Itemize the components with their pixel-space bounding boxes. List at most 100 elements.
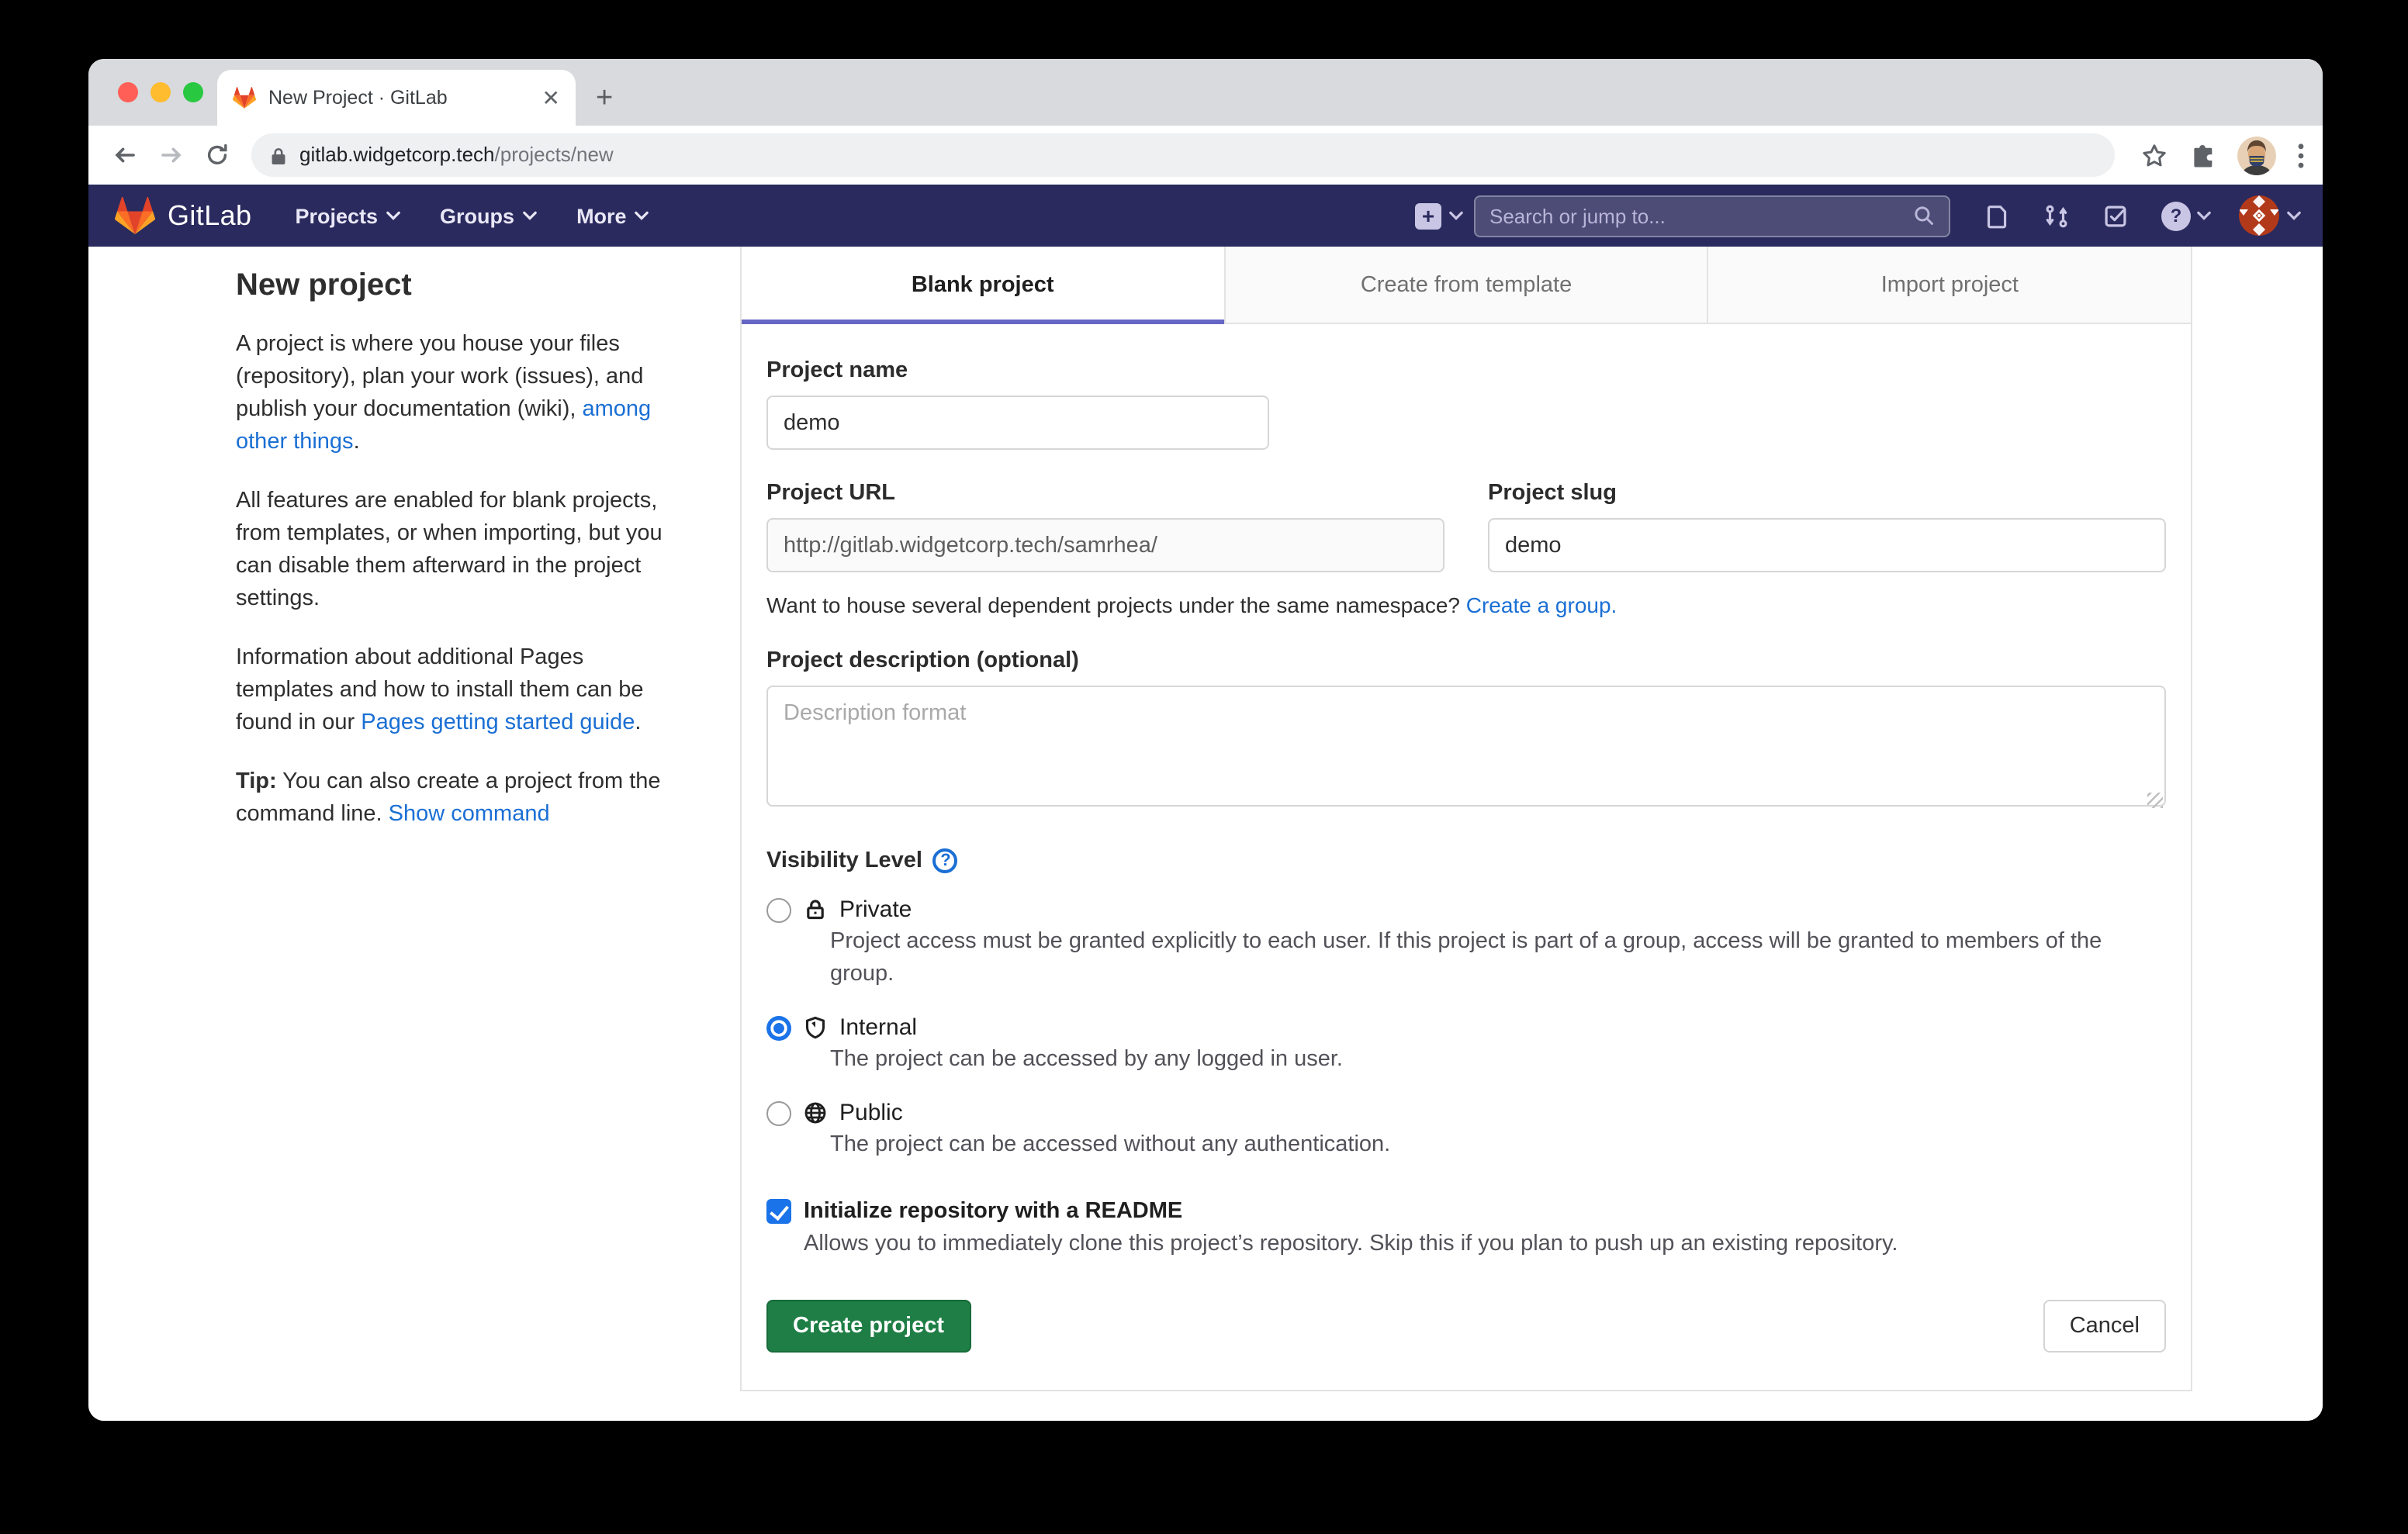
private-radio[interactable] (766, 897, 791, 922)
visibility-level-label: Visibility Level (766, 848, 922, 873)
nav-projects-menu[interactable]: Projects (295, 204, 400, 227)
tab-blank-project[interactable]: Blank project (742, 247, 1223, 324)
project-type-tabs: Blank project Create from template Impor… (742, 247, 2191, 324)
tab-import-project[interactable]: Import project (1707, 247, 2191, 324)
sidebar-paragraph: A project is where you house your files … (236, 329, 686, 459)
gitlab-wordmark[interactable]: GitLab (168, 199, 251, 232)
create-project-button[interactable]: Create project (766, 1300, 970, 1353)
form-actions: Create project Cancel (766, 1300, 2166, 1353)
blank-project-form: Project name Project URL Project slug Wa… (742, 324, 2191, 1390)
project-url-input[interactable] (766, 518, 1444, 572)
tab-create-from-template[interactable]: Create from template (1223, 247, 1707, 324)
browser-menu-icon[interactable] (2298, 142, 2304, 168)
refresh-icon[interactable] (199, 136, 234, 174)
tab-title: New Project · GitLab (268, 87, 530, 109)
issues-icon[interactable] (1984, 202, 2011, 229)
visibility-option-private: Private Project access must be granted e… (766, 897, 2166, 991)
namespace-helper: Want to house several dependent projects… (766, 593, 2166, 617)
resize-grip-icon[interactable] (2147, 793, 2163, 808)
private-label[interactable]: Private (839, 897, 912, 923)
help-menu[interactable]: ? (2161, 201, 2211, 230)
browser-toolbar: gitlab.widgetcorp.tech/projects/new (88, 126, 2323, 185)
extensions-puzzle-icon[interactable] (2189, 142, 2216, 168)
gitlab-logo-icon[interactable] (115, 197, 155, 234)
private-desc: Project access must be granted explicitl… (766, 926, 2166, 991)
description-wrap (766, 686, 2166, 814)
search-input[interactable] (1489, 204, 1913, 227)
globe-icon (804, 1101, 827, 1125)
close-window-button[interactable] (118, 82, 138, 102)
sidebar-p1-end: . (354, 430, 360, 454)
internal-radio[interactable] (766, 1015, 791, 1040)
user-avatar (2239, 195, 2279, 236)
cancel-button[interactable]: Cancel (2043, 1300, 2166, 1353)
nav-projects-label: Projects (295, 204, 378, 227)
internal-label[interactable]: Internal (839, 1014, 917, 1041)
browser-actions (2141, 136, 2304, 174)
visibility-option-internal: Internal The project can be accessed by … (766, 1014, 2166, 1076)
browser-tab[interactable]: New Project · GitLab ✕ (217, 70, 576, 126)
search-icon (1913, 205, 1935, 226)
nav-groups-menu[interactable]: Groups (440, 204, 536, 227)
readme-checkbox[interactable] (766, 1199, 791, 1224)
navbar-search[interactable] (1474, 195, 1950, 237)
url-domain: gitlab.widgetcorp.tech (299, 143, 495, 166)
project-name-input[interactable] (766, 396, 1269, 450)
namespace-helper-text: Want to house several dependent projects… (766, 593, 1466, 617)
project-name-label: Project name (766, 358, 2166, 383)
chevron-down-icon (2197, 211, 2211, 220)
chevron-down-icon (2287, 211, 2301, 220)
readme-row: Initialize repository with a README (766, 1199, 2166, 1224)
sidebar-paragraph: All features are enabled for blank proje… (236, 485, 686, 616)
internal-desc: The project can be accessed by any logge… (766, 1044, 2166, 1076)
browser-titlebar: New Project · GitLab ✕ + (88, 59, 2323, 126)
user-menu[interactable] (2239, 195, 2301, 236)
shield-icon (804, 1016, 827, 1039)
lock-icon (270, 145, 287, 165)
chevron-down-icon (635, 211, 649, 220)
chevron-down-icon (386, 211, 400, 220)
lock-icon (804, 898, 827, 921)
navbar-menu: Projects Groups More (295, 204, 648, 227)
project-slug-label: Project slug (1488, 481, 2166, 506)
chevron-down-icon[interactable] (1449, 211, 1463, 220)
traffic-lights (118, 82, 203, 102)
project-slug-input[interactable] (1488, 518, 2166, 572)
stage: New Project · GitLab ✕ + gitlab.widgetco… (0, 0, 2408, 1534)
new-tab-button[interactable]: + (596, 82, 613, 116)
back-icon[interactable] (107, 136, 142, 174)
create-a-group-link[interactable]: Create a group. (1466, 593, 1617, 617)
visibility-help-icon[interactable]: ? (933, 848, 958, 873)
public-radio[interactable] (766, 1100, 791, 1125)
project-url-label: Project URL (766, 481, 1444, 506)
help-icon: ? (2161, 201, 2191, 230)
public-desc: The project can be accessed without any … (766, 1129, 2166, 1162)
minimize-window-button[interactable] (150, 82, 171, 102)
url-slug-row: Project URL Project slug (766, 450, 2166, 572)
show-command-link[interactable]: Show command (389, 802, 550, 827)
visibility-level-row: Visibility Level ? (766, 848, 2166, 873)
readme-label[interactable]: Initialize repository with a README (804, 1199, 1182, 1224)
nav-more-menu[interactable]: More (576, 204, 649, 227)
address-bar[interactable]: gitlab.widgetcorp.tech/projects/new (251, 133, 2115, 177)
new-project-panel: Blank project Create from template Impor… (740, 247, 2192, 1391)
sidebar-tip: Tip: You can also create a project from … (236, 766, 686, 831)
bookmark-star-icon[interactable] (2141, 142, 2168, 168)
tab-close-icon[interactable]: ✕ (542, 87, 560, 109)
maximize-window-button[interactable] (183, 82, 203, 102)
project-description-textarea[interactable] (766, 686, 2166, 807)
todos-icon[interactable] (2102, 202, 2129, 229)
merge-requests-icon[interactable] (2043, 202, 2070, 229)
forward-icon[interactable] (153, 136, 188, 174)
public-label[interactable]: Public (839, 1100, 903, 1126)
sidebar-paragraph: Information about additional Pages templ… (236, 642, 686, 740)
page-content: New project A project is where you house… (88, 247, 2323, 1421)
page-title: New project (236, 268, 686, 304)
new-menu-plus-icon[interactable]: + (1415, 202, 1441, 229)
browser-profile-avatar[interactable] (2237, 136, 2276, 174)
pages-guide-link[interactable]: Pages getting started guide (361, 710, 635, 735)
sidebar-p3-end: . (635, 710, 641, 735)
tip-label: Tip: (236, 769, 277, 794)
gitlab-navbar: GitLab Projects Groups More + (88, 185, 2323, 247)
gitlab-favicon-icon (233, 87, 256, 109)
